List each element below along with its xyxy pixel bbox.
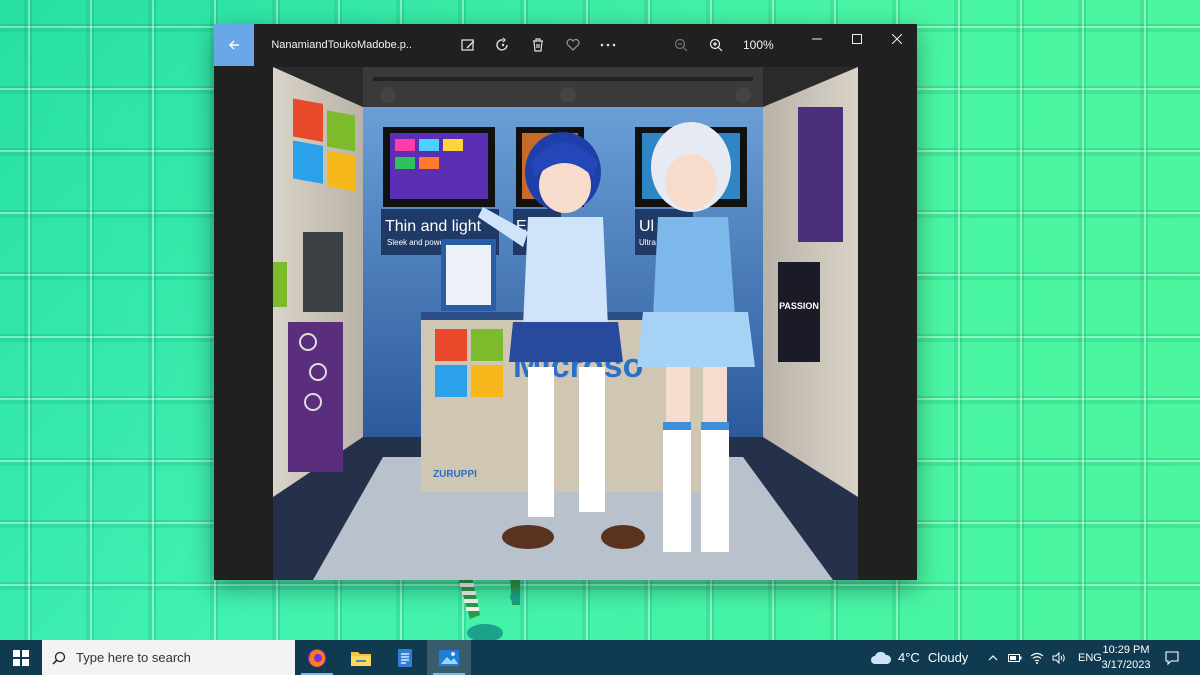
wallpaper-character-legs — [458, 577, 520, 642]
artist-signature: ZURUPPI — [433, 469, 477, 480]
battery-icon — [1008, 653, 1022, 662]
edit-image-icon — [460, 39, 475, 51]
close-button[interactable] — [877, 24, 917, 54]
heart-icon — [565, 38, 580, 51]
close-icon — [892, 34, 902, 44]
more-options-button[interactable] — [590, 24, 625, 66]
zoom-controls: 100% — [663, 24, 779, 66]
taskbar: Type here to search 4°C Cloudy ENG 10:29… — [0, 640, 1200, 675]
taskbar-file-explorer[interactable] — [339, 640, 383, 675]
taskbar-search[interactable]: Type here to search — [42, 640, 295, 675]
zoom-level[interactable]: 100% — [743, 38, 779, 52]
notifications-button[interactable] — [1160, 640, 1184, 675]
show-hidden-icons-button[interactable] — [982, 640, 1004, 675]
window-controls — [797, 34, 917, 54]
taskbar-photos[interactable] — [427, 640, 471, 675]
system-tray: ENG — [982, 640, 1102, 675]
folder-icon — [351, 651, 371, 666]
speaker-icon — [1052, 651, 1065, 664]
more-dots-icon — [600, 43, 615, 47]
wifi-icon — [1030, 652, 1044, 664]
notification-icon — [1165, 650, 1179, 665]
maximize-icon — [852, 34, 862, 44]
search-icon — [52, 651, 66, 665]
minimize-button[interactable] — [797, 24, 837, 54]
file-name: NanamiandToukoMadobe.p... — [271, 39, 412, 51]
taskbar-word-app[interactable] — [383, 640, 427, 675]
zoom-out-button[interactable] — [663, 24, 698, 66]
trash-icon — [532, 38, 543, 52]
cloud-icon — [871, 651, 892, 664]
start-button[interactable] — [0, 640, 42, 675]
volume-button[interactable] — [1048, 640, 1070, 675]
chevron-up-icon — [988, 654, 998, 660]
rotate-icon — [495, 37, 508, 51]
taskbar-clock[interactable]: 10:29 PM 3/17/2023 — [1098, 643, 1154, 673]
maximize-button[interactable] — [837, 24, 877, 54]
banner-thin-and-light: Thin and light — [385, 218, 482, 235]
delete-button[interactable] — [520, 24, 555, 66]
favorite-button[interactable] — [555, 24, 590, 66]
banner-thin-sub: Sleek and powe — [387, 238, 444, 247]
network-button[interactable] — [1026, 640, 1048, 675]
search-placeholder: Type here to search — [76, 650, 191, 665]
photos-icon — [439, 649, 459, 666]
zoom-out-icon — [674, 38, 687, 52]
image-canvas[interactable]: PASSION Thin and light Sleek and powe E … — [273, 67, 858, 580]
weather-widget[interactable]: 4°C Cloudy — [870, 640, 968, 675]
photos-titlebar: NanamiandToukoMadobe.p... 100% — [214, 24, 917, 66]
clock-date: 3/17/2023 — [1101, 659, 1151, 671]
photo-toolbar — [450, 24, 625, 66]
firefox-icon — [308, 648, 326, 667]
zoom-in-button[interactable] — [698, 24, 733, 66]
weather-condition: Cloudy — [927, 650, 969, 665]
back-arrow-icon — [229, 40, 240, 50]
zoom-in-icon — [709, 38, 722, 52]
rotate-button[interactable] — [485, 24, 520, 66]
photos-window: NanamiandToukoMadobe.p... 100% PASSION T… — [214, 24, 917, 580]
minimize-icon — [812, 38, 822, 40]
clock-time: 10:29 PM — [1102, 644, 1150, 656]
poster-passion-text: PASSION — [779, 301, 819, 311]
weather-temperature: 4°C — [898, 650, 920, 665]
windows-logo-icon — [13, 649, 29, 666]
banner-ul: Ul — [639, 218, 654, 235]
taskbar-firefox[interactable] — [295, 640, 339, 675]
pinned-apps — [295, 640, 471, 675]
anime-booth-illustration: PASSION Thin and light Sleek and powe E … — [273, 67, 858, 580]
document-app-icon — [398, 648, 412, 667]
edit-button[interactable] — [450, 24, 485, 66]
back-button[interactable] — [214, 24, 255, 66]
battery-button[interactable] — [1004, 640, 1026, 675]
